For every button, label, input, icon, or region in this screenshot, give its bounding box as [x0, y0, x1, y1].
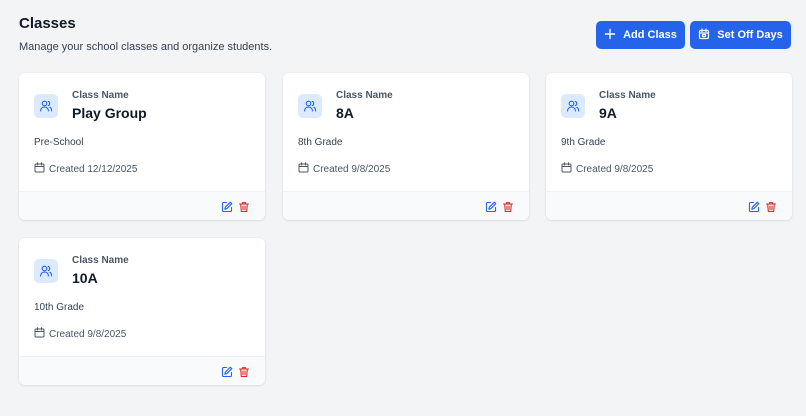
class-name: 9A — [599, 105, 617, 121]
class-card: Class Name 8A 8th Grade Created 9/8/2025 — [283, 73, 529, 220]
edit-icon[interactable] — [221, 200, 234, 213]
card-footer — [19, 356, 265, 385]
edit-icon[interactable] — [221, 365, 234, 378]
set-off-days-button[interactable]: Set Off Days — [690, 21, 791, 49]
plus-icon — [604, 28, 616, 43]
trash-icon[interactable] — [238, 365, 251, 378]
class-card: Class Name 10A 10th Grade Created 9/8/20… — [19, 238, 265, 385]
class-name-label: Class Name — [72, 255, 129, 266]
created-date: Created 12/12/2025 — [34, 162, 137, 176]
calendar-icon — [34, 162, 45, 176]
created-date-text: Created 9/8/2025 — [313, 163, 391, 175]
users-icon — [561, 94, 585, 118]
class-name-label: Class Name — [72, 90, 129, 101]
class-name-label: Class Name — [336, 90, 393, 101]
class-name: 10A — [72, 270, 98, 286]
created-date-text: Created 9/8/2025 — [49, 328, 127, 340]
calendar-icon — [698, 27, 710, 43]
calendar-icon — [34, 327, 45, 341]
users-icon — [34, 259, 58, 283]
class-grade: 8th Grade — [298, 137, 343, 148]
trash-icon[interactable] — [238, 200, 251, 213]
set-off-days-label: Set Off Days — [717, 29, 783, 41]
created-date: Created 9/8/2025 — [298, 162, 390, 176]
card-footer — [19, 191, 265, 220]
class-name-label: Class Name — [599, 90, 656, 101]
created-date: Created 9/8/2025 — [561, 162, 653, 176]
page-subtitle: Manage your school classes and organize … — [19, 41, 273, 53]
created-date: Created 9/8/2025 — [34, 327, 126, 341]
users-icon — [34, 94, 58, 118]
created-date-text: Created 12/12/2025 — [49, 163, 138, 175]
add-class-button[interactable]: Add Class — [596, 21, 685, 49]
class-name: 8A — [336, 105, 354, 121]
calendar-icon — [298, 162, 309, 176]
card-footer — [283, 191, 529, 220]
class-grade: 10th Grade — [34, 302, 85, 313]
users-icon — [298, 94, 322, 118]
class-grade: 9th Grade — [561, 137, 606, 148]
created-date-text: Created 9/8/2025 — [576, 163, 654, 175]
add-class-label: Add Class — [623, 29, 677, 41]
class-grade: Pre-School — [34, 137, 84, 148]
trash-icon[interactable] — [765, 200, 778, 213]
edit-icon[interactable] — [485, 200, 498, 213]
card-footer — [546, 191, 792, 220]
calendar-icon — [561, 162, 572, 176]
class-card: Class Name 9A 9th Grade Created 9/8/2025 — [546, 73, 792, 220]
class-card: Class Name Play Group Pre-School Created… — [19, 73, 265, 220]
edit-icon[interactable] — [748, 200, 761, 213]
class-name: Play Group — [72, 105, 147, 121]
trash-icon[interactable] — [502, 200, 515, 213]
page-title: Classes — [19, 15, 76, 32]
